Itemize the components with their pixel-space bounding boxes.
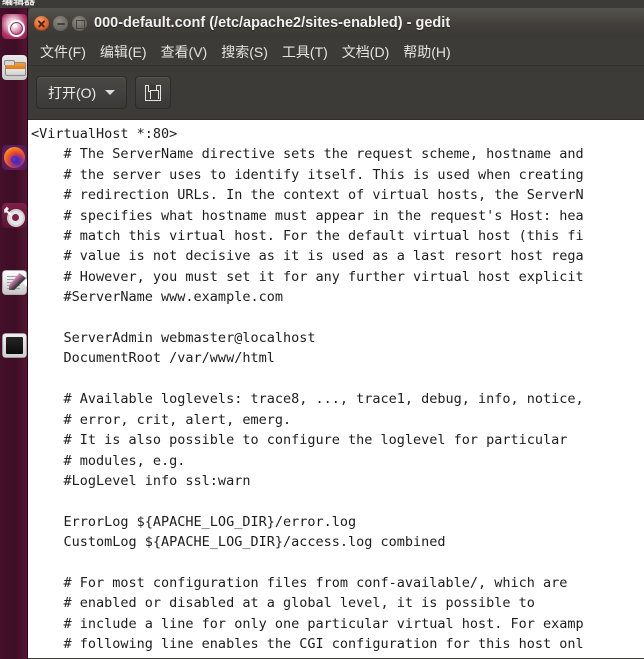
menu-item-help[interactable]: 帮助(H) [396, 40, 457, 64]
menu-item-documents[interactable]: 文档(D) [335, 40, 396, 64]
menu-item-view[interactable]: 查看(V) [154, 40, 215, 64]
editor-area[interactable]: <VirtualHost *:80> # The ServerName dire… [28, 120, 644, 658]
launcher-item-system-settings[interactable] [2, 203, 27, 228]
source-text[interactable]: <VirtualHost *:80> # The ServerName dire… [28, 120, 644, 658]
launcher-item-firefox[interactable] [2, 145, 27, 170]
unity-top-panel: 编辑器 [0, 0, 644, 8]
firefox-icon [2, 145, 27, 170]
menubar: 文件(F) 编辑(E) 查看(V) 搜索(S) 工具(T) 文档(D) 帮助(H… [28, 38, 644, 66]
save-icon [145, 84, 162, 101]
open-button-label: 打开(O) [48, 84, 97, 101]
unity-launcher[interactable] [0, 8, 28, 659]
panel-app-menu-label: 编辑器 [2, 0, 35, 7]
launcher-item-terminal[interactable] [2, 333, 27, 358]
ubuntu-logo-icon [2, 14, 27, 39]
terminal-icon [2, 333, 27, 358]
menu-item-search[interactable]: 搜索(S) [214, 40, 275, 64]
file-manager-icon [2, 55, 27, 80]
launcher-item-gedit[interactable] [2, 270, 27, 295]
launcher-item-files[interactable] [2, 55, 27, 80]
toolbar: 打开(O) [28, 66, 644, 120]
gedit-window: 000-default.conf (/etc/apache2/sites-ena… [28, 8, 644, 659]
open-button[interactable]: 打开(O) [36, 76, 128, 109]
launcher-item-ubuntu-dash[interactable] [2, 14, 27, 39]
chevron-down-icon [105, 90, 116, 95]
menu-item-tools[interactable]: 工具(T) [275, 40, 335, 64]
window-title: 000-default.conf (/etc/apache2/sites-ena… [94, 15, 451, 31]
active-window-arrow-icon [23, 278, 27, 288]
menu-item-edit[interactable]: 编辑(E) [93, 40, 154, 64]
gear-wrench-icon [2, 203, 27, 228]
window-titlebar[interactable]: 000-default.conf (/etc/apache2/sites-ena… [28, 8, 644, 38]
desktop-screen: 编辑器 000-default.conf (/etc/apache2/sites… [0, 0, 644, 659]
text-before-selection: <VirtualHost *:80> # The ServerName dire… [31, 126, 584, 658]
menu-item-file[interactable]: 文件(F) [33, 40, 93, 64]
wrench-icon [4, 206, 17, 219]
save-button[interactable] [135, 76, 172, 109]
